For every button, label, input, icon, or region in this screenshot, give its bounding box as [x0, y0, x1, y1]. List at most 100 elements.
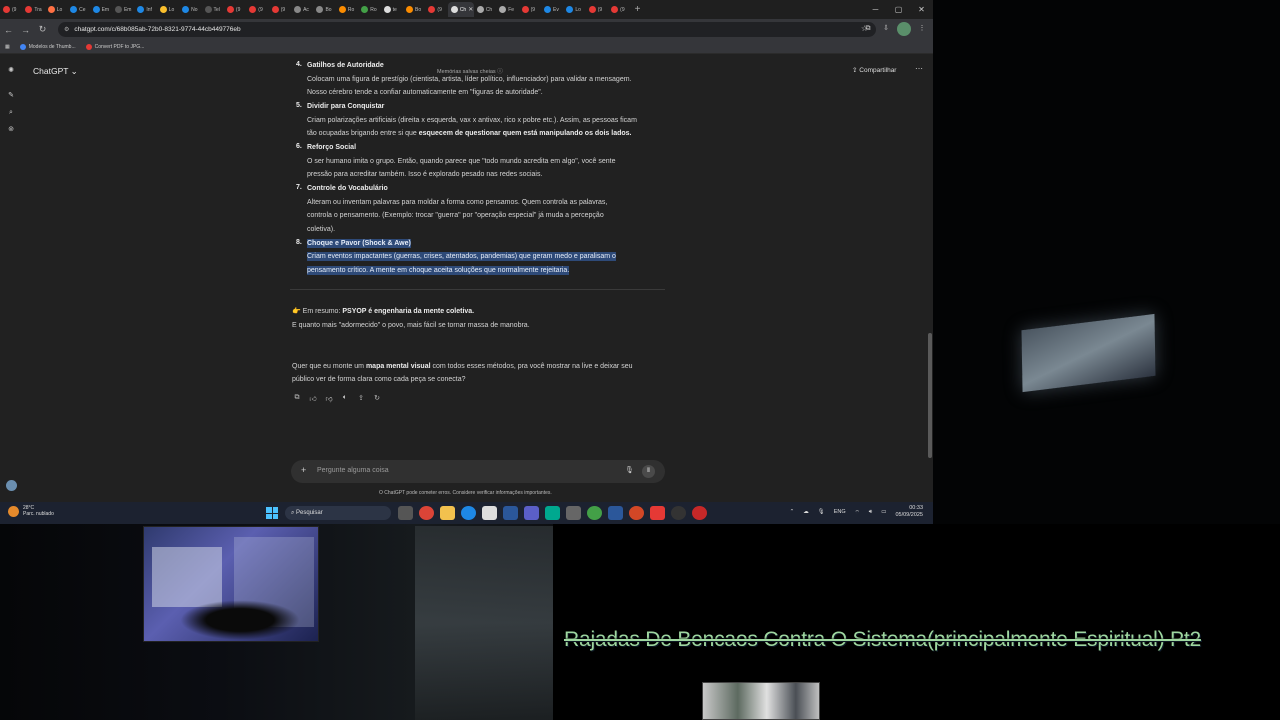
share-message-icon[interactable]: ⇪ [356, 394, 366, 403]
address-bar[interactable]: ⚙ chatgpt.com/c/68b085ab-72b0-8321-9774-… [58, 22, 876, 37]
bookmark-label: Modelos de Thumb... [28, 43, 76, 50]
new-tab-button[interactable]: + [631, 4, 645, 15]
chrome-icon[interactable] [419, 506, 434, 520]
menu-icon[interactable]: ⋮ [915, 22, 929, 36]
forward-icon[interactable]: → [17, 25, 34, 35]
maximize-icon[interactable]: ▢ [887, 0, 910, 19]
obs-icon[interactable] [671, 506, 686, 520]
taskbar-search[interactable]: ⌕ Pesquisar [285, 506, 391, 520]
wifi-icon[interactable]: ⌔ [855, 509, 860, 516]
powerpoint-icon[interactable] [629, 506, 644, 520]
browser-tab[interactable]: (9 [608, 2, 630, 17]
attach-plus-icon[interactable]: + [301, 465, 306, 475]
chatgpt-page: ✺ ✎ ⌕ ⊚ ChatGPT ⌄ Memórias salvas cheias… [0, 55, 933, 502]
tray-overflow-icon[interactable]: ⌃ [790, 509, 795, 515]
browser-tab[interactable]: Bo [403, 2, 425, 17]
keyboard-language[interactable]: ENG [834, 509, 846, 515]
app-icon[interactable] [566, 506, 581, 520]
browser-tab[interactable]: Em [90, 2, 112, 17]
edge-icon[interactable] [461, 506, 476, 520]
acrobat-icon[interactable] [650, 506, 665, 520]
bookmark-item[interactable]: Convert PDF to JPG... [85, 43, 145, 50]
model-selector[interactable]: ChatGPT ⌄ [33, 66, 78, 77]
app-icon[interactable] [545, 506, 560, 520]
downloads-icon[interactable]: ⇩ [879, 22, 893, 36]
browser-tab[interactable]: Lo [45, 2, 67, 17]
store-icon[interactable] [482, 506, 497, 520]
browser-tab[interactable]: Lo [563, 2, 585, 17]
library-icon[interactable]: ⊚ [6, 125, 16, 135]
volume-icon[interactable]: 🔊︎ [869, 509, 872, 516]
close-window-icon[interactable]: ✕ [910, 0, 933, 19]
more-options-icon[interactable]: ⋯ [915, 64, 923, 73]
browser-tab[interactable]: Inf [134, 2, 156, 17]
browser-tab[interactable]: Lo [157, 2, 179, 17]
browser-tab[interactable]: Em [112, 2, 134, 17]
word-icon[interactable] [608, 506, 623, 520]
thumbs-down-icon[interactable]: 👎︎ [324, 394, 334, 403]
regenerate-icon[interactable]: ↻ [372, 394, 382, 403]
browser-tab[interactable]: (9 [246, 2, 268, 17]
tab-favicon-icon [383, 6, 391, 13]
minimize-icon[interactable]: ─ [864, 0, 887, 19]
teams-icon[interactable] [524, 506, 539, 520]
browser-tab[interactable]: (9 [0, 2, 22, 17]
browser-tab[interactable]: Ro [358, 2, 380, 17]
chrome-alt-icon[interactable] [692, 506, 707, 520]
browser-tab[interactable]: (9 [586, 2, 608, 17]
file-explorer-icon[interactable] [440, 506, 455, 520]
onedrive-icon[interactable]: ☁ [803, 509, 809, 515]
new-chat-icon[interactable]: ✎ [6, 91, 16, 101]
browser-tab[interactable]: Ro [336, 2, 358, 17]
browser-tab[interactable]: Fe [496, 2, 518, 17]
browser-tab[interactable]: Ac [291, 2, 313, 17]
mail-icon[interactable] [503, 506, 518, 520]
start-button[interactable] [266, 507, 278, 519]
browser-tab[interactable]: Tel [202, 2, 224, 17]
copy-icon[interactable]: ⧉ [292, 394, 302, 403]
back-icon[interactable]: ← [0, 25, 17, 35]
stream-thumbnail [702, 682, 820, 720]
tab-favicon-icon [476, 6, 484, 13]
browser-tab[interactable]: Tra [22, 2, 44, 17]
prompt-composer[interactable]: + Pergunte alguma coisa 🎙︎ ⦀ [291, 460, 665, 483]
profile-avatar[interactable] [897, 22, 911, 36]
reload-icon[interactable]: ↻ [34, 24, 51, 35]
battery-icon[interactable]: ▭ [881, 509, 886, 515]
close-tab-icon[interactable]: ✕ [468, 6, 473, 13]
weather-widget[interactable]: 28°C Parc. nublado [8, 505, 54, 517]
bookmark-label: Convert PDF to JPG... [94, 43, 145, 50]
browser-tab[interactable]: No [179, 2, 201, 17]
browser-tab[interactable]: Ch ✕ [447, 2, 474, 17]
page-scrollbar[interactable] [928, 333, 932, 458]
browser-tab[interactable]: (9 [224, 2, 246, 17]
browser-tab[interactable]: Ce [67, 2, 89, 17]
tab-favicon-icon [226, 6, 234, 13]
task-view-icon[interactable] [398, 506, 413, 520]
read-aloud-icon[interactable]: 🔈︎ [340, 394, 350, 403]
thumbs-up-icon[interactable]: 👍︎ [308, 394, 318, 403]
browser-tab[interactable]: (9 [425, 2, 447, 17]
browser-tab[interactable]: (9 [519, 2, 541, 17]
apps-icon[interactable]: ▦ [5, 44, 10, 50]
tab-label: Fe [508, 6, 515, 13]
microphone-icon[interactable]: 🎙︎ [625, 466, 634, 474]
list-item-text-selected: pensamento crítico. A mente em choque ac… [307, 266, 570, 275]
chrome-profile-icon[interactable] [587, 506, 602, 520]
openai-logo-icon[interactable]: ✺ [6, 66, 16, 76]
search-icon[interactable]: ⌕ [6, 108, 16, 118]
user-avatar[interactable] [6, 480, 17, 491]
browser-tab[interactable]: te [381, 2, 403, 17]
voice-mode-button[interactable]: ⦀ [642, 465, 655, 478]
browser-tab[interactable]: Bo [313, 2, 335, 17]
browser-tab[interactable]: Ev [541, 2, 563, 17]
browser-tab[interactable]: (9 [269, 2, 291, 17]
site-info-icon[interactable]: ⚙ [64, 26, 69, 33]
extensions-icon[interactable]: ⧉ [861, 22, 875, 36]
memory-status[interactable]: Memórias salvas cheias ⓘ [437, 67, 503, 75]
mic-tray-icon[interactable]: 🎙︎ [818, 509, 825, 515]
clock[interactable]: 00:33 05/09/2025 [895, 505, 923, 519]
browser-tab[interactable]: Ch [474, 2, 496, 17]
bookmark-item[interactable]: Modelos de Thumb... [19, 43, 76, 50]
share-button[interactable]: ⇪ Compartilhar [852, 66, 896, 74]
